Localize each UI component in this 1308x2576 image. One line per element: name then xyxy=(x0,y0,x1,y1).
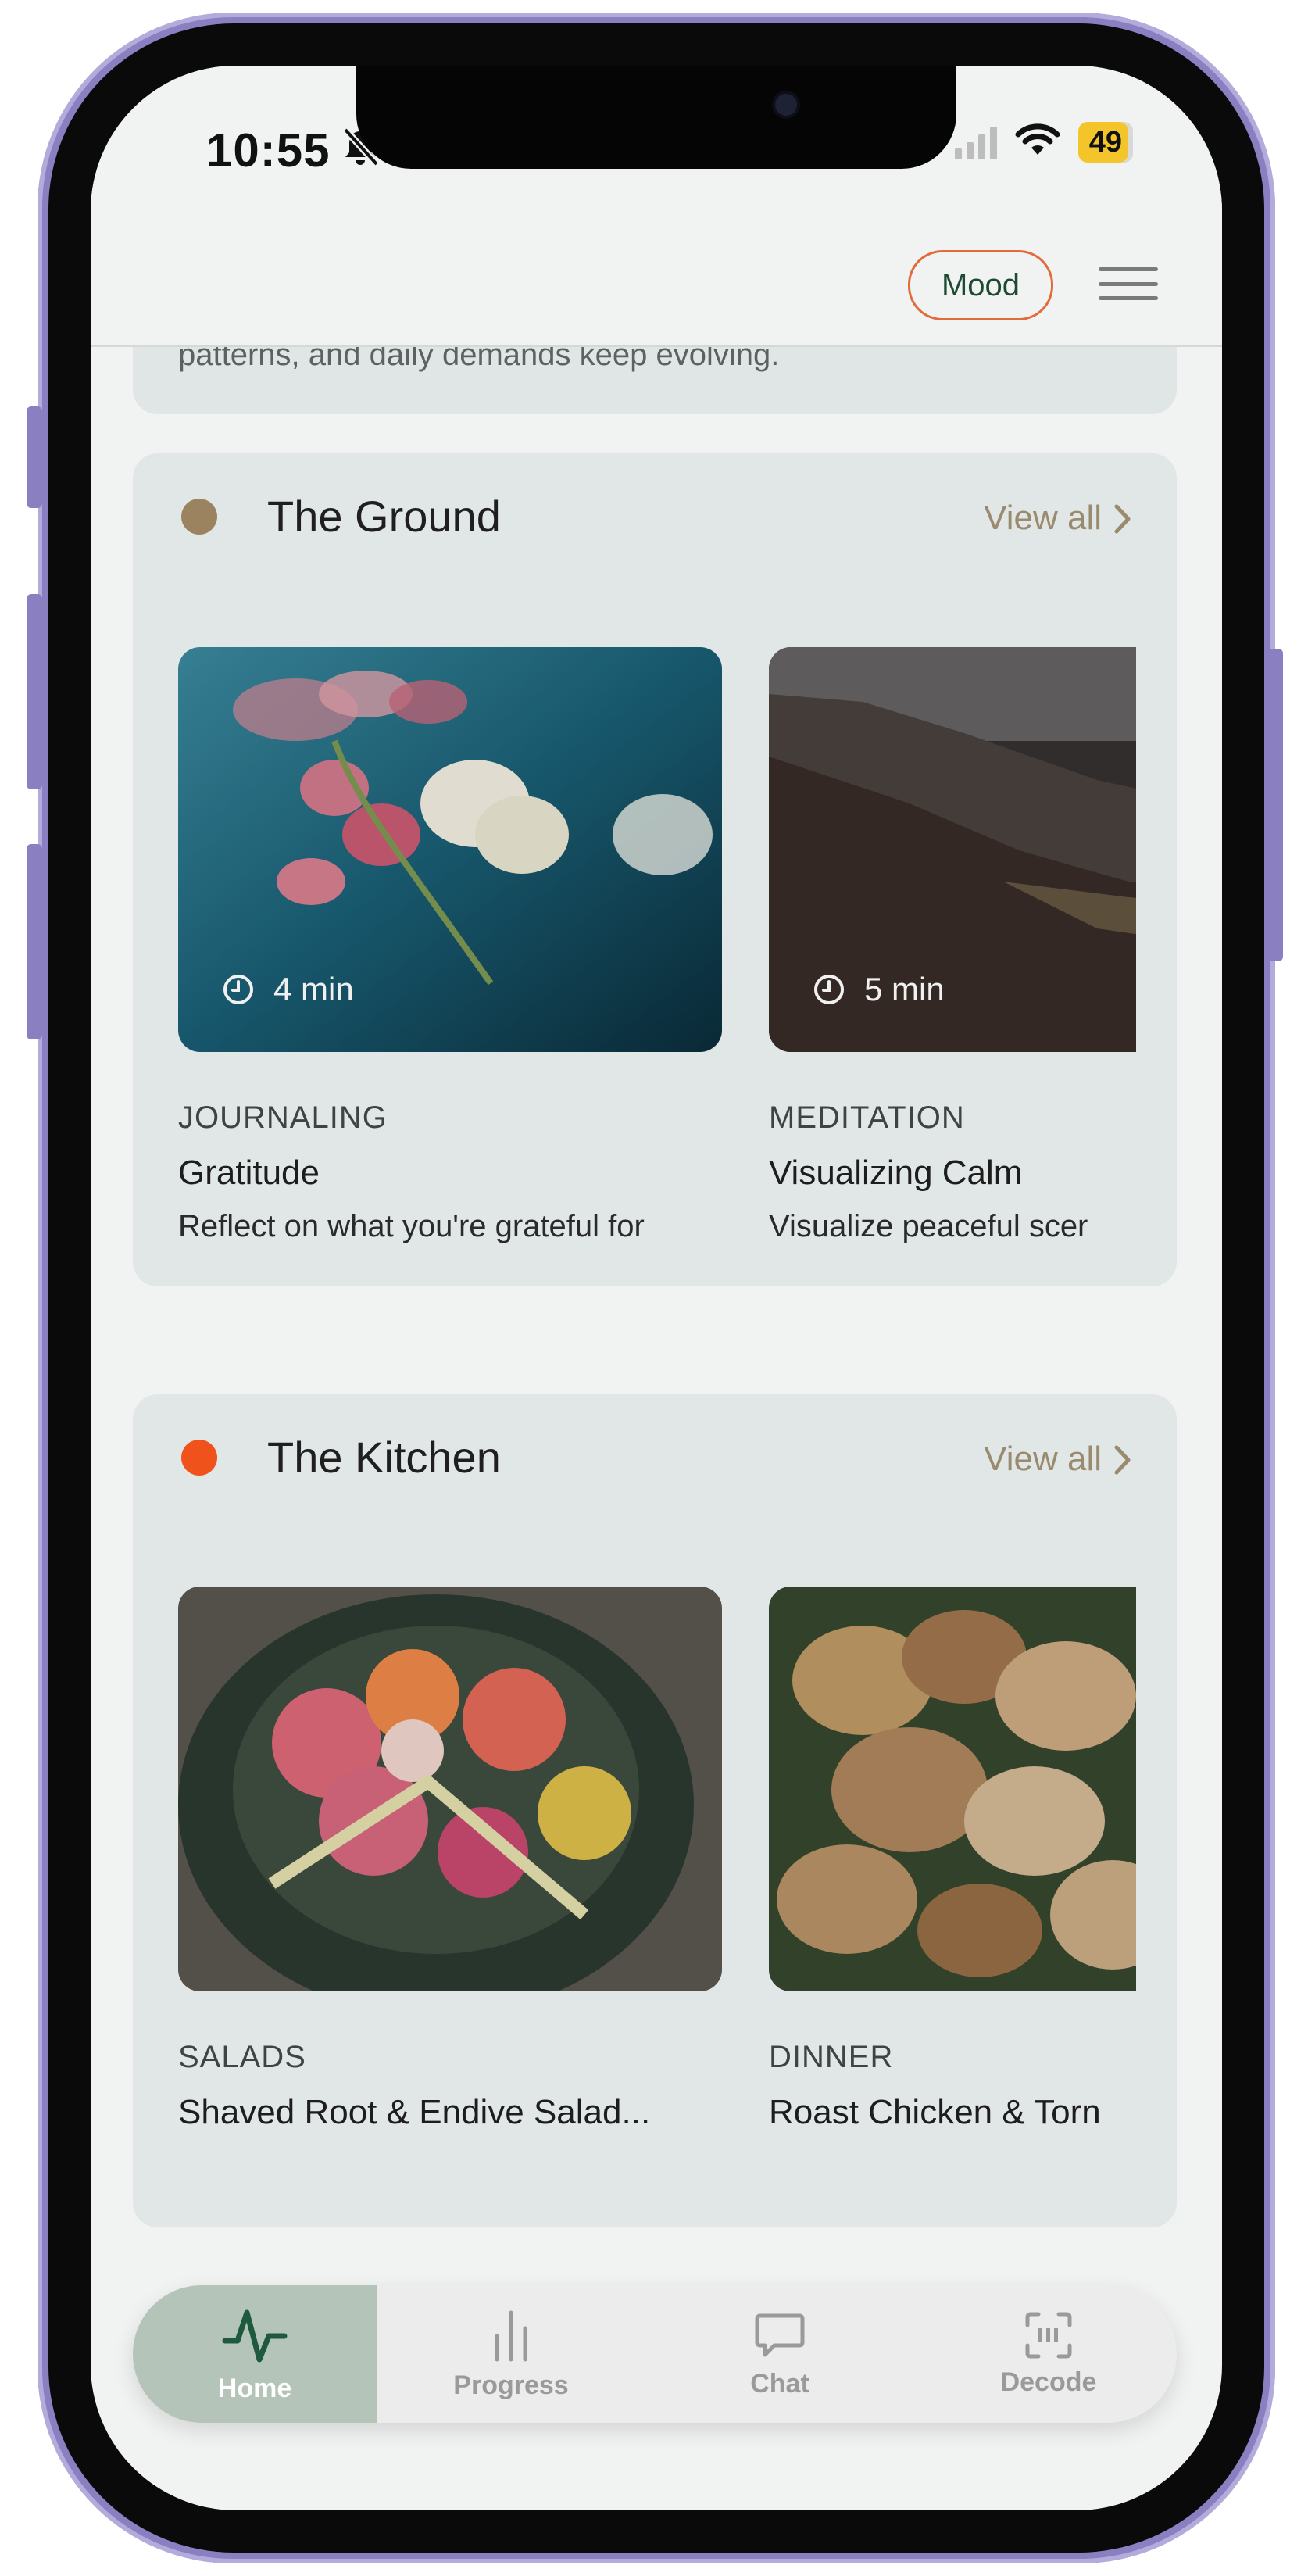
chevron-right-icon[interactable] xyxy=(1113,1444,1133,1479)
view-all-link[interactable]: View all xyxy=(984,499,1102,538)
section-dot xyxy=(181,499,217,535)
chevron-right-icon[interactable] xyxy=(1113,503,1133,538)
nav-label-home: Home xyxy=(217,2373,292,2403)
section-title: The Ground xyxy=(267,492,501,541)
card-clip: 5 min MEDITATION Visualizing Calm Visual… xyxy=(769,647,1136,1286)
duration-text: 5 min xyxy=(864,971,945,1007)
card-category: SALADS xyxy=(178,2040,306,2074)
action-button xyxy=(27,406,42,508)
status-right: 49 xyxy=(954,122,1133,163)
card-title: Shaved Root & Endive Salad... xyxy=(178,2093,651,2131)
card-title: Visualizing Calm xyxy=(769,1154,1023,1192)
nav-progress[interactable]: Progress xyxy=(442,2285,580,2423)
content-card[interactable]: 4 min JOURNALING Gratitude Reflect on wh… xyxy=(178,647,722,1286)
card-category: DINNER xyxy=(769,2040,894,2074)
view-all-link[interactable]: View all xyxy=(984,1440,1102,1479)
duration-badge: 4 min xyxy=(222,971,354,1008)
wifi-icon xyxy=(1014,123,1061,162)
content-card[interactable]: SALADS Shaved Root & Endive Salad... xyxy=(178,1587,722,2226)
card-category: JOURNALING xyxy=(178,1100,388,1135)
card-clip: DINNER Roast Chicken & Torn xyxy=(769,1587,1136,2226)
notch xyxy=(356,66,956,169)
mood-button[interactable]: Mood xyxy=(908,250,1053,320)
card-description: Visualize peaceful scer xyxy=(769,1209,1088,1243)
app-screen: patterns, and daily demands keep evolvin… xyxy=(91,66,1222,2510)
card-title: Roast Chicken & Torn xyxy=(769,2093,1101,2131)
volume-down-button xyxy=(27,844,42,1039)
bottom-nav: Home Progress Chat Decode xyxy=(133,2285,1177,2423)
nav-label-progress: Progress xyxy=(453,2370,569,2400)
cellular-signal-icon xyxy=(954,125,997,159)
nav-label-chat: Chat xyxy=(750,2368,809,2399)
card-image xyxy=(178,1587,722,1991)
section-the-ground: The Ground View all 4 min JOURNALING Gra… xyxy=(133,453,1177,1286)
activity-icon xyxy=(222,2309,288,2362)
duration-badge: 5 min xyxy=(813,971,945,1008)
clock-icon xyxy=(223,975,253,1004)
clock-icon xyxy=(814,975,844,1004)
card-image xyxy=(769,1587,1136,1991)
nav-label-decode: Decode xyxy=(1000,2367,1097,2397)
battery-indicator: 49 xyxy=(1077,122,1133,163)
nav-home[interactable]: Home xyxy=(133,2285,377,2423)
status-time: 10:55 xyxy=(206,124,331,177)
power-button xyxy=(1267,649,1283,961)
nav-decode[interactable]: Decode xyxy=(980,2285,1117,2423)
card-title: Gratitude xyxy=(178,1154,320,1192)
volume-up-button xyxy=(27,594,42,789)
content-card[interactable]: DINNER Roast Chicken & Torn xyxy=(769,1587,1136,2226)
nav-chat[interactable]: Chat xyxy=(711,2285,849,2423)
card-image: 4 min xyxy=(178,647,722,1052)
card-category: MEDITATION xyxy=(769,1100,965,1135)
bar-chart-icon xyxy=(495,2310,527,2361)
section-dot xyxy=(181,1440,217,1476)
chat-bubble-icon xyxy=(755,2313,805,2356)
section-the-kitchen: The Kitchen View all SALADS Shaved Root … xyxy=(133,1394,1177,2227)
scan-icon xyxy=(1025,2312,1072,2358)
front-camera xyxy=(775,94,797,116)
card-description: Reflect on what you're grateful for xyxy=(178,1209,645,1243)
section-title: The Kitchen xyxy=(267,1433,501,1482)
duration-text: 4 min xyxy=(273,971,354,1007)
card-image: 5 min xyxy=(769,647,1136,1052)
mood-label: Mood xyxy=(941,267,1020,302)
content-card[interactable]: 5 min MEDITATION Visualizing Calm Visual… xyxy=(769,647,1136,1286)
menu-icon[interactable] xyxy=(1099,267,1158,300)
